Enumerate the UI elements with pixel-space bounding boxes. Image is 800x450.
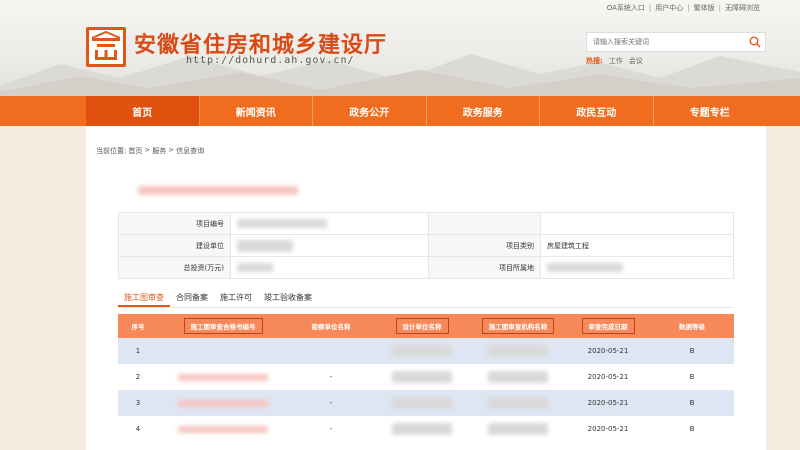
- tab-completion-filing[interactable]: 竣工验收备案: [258, 291, 318, 307]
- tab-contract-filing[interactable]: 合同备案: [170, 291, 214, 307]
- row-index: 2: [118, 364, 158, 390]
- cert-no-redacted: [178, 399, 268, 407]
- breadcrumb-sep: >: [144, 146, 151, 154]
- row-grade: B: [650, 338, 734, 364]
- cert-no-redacted: [178, 373, 268, 381]
- top-link-traditional[interactable]: 繁体版: [694, 3, 715, 13]
- nav-item-gov-services[interactable]: 政务服务: [427, 96, 540, 126]
- top-link-oa[interactable]: OA系统入口: [607, 3, 645, 13]
- design-unit-redacted: [392, 397, 452, 409]
- row-survey: -: [288, 416, 374, 442]
- col-data-grade: 数据等级: [650, 314, 734, 338]
- search-box: [586, 32, 766, 52]
- breadcrumb: 当前位置: 首页 > 服务 > 信息查询: [96, 146, 204, 156]
- breadcrumb-sep: >: [168, 146, 175, 154]
- nav-item-interaction[interactable]: 政民互动: [540, 96, 654, 126]
- review-org-redacted: [488, 345, 548, 357]
- tab-drawing-review[interactable]: 施工图审查: [118, 291, 170, 307]
- project-info-table: 项目编号 建设单位 项目类别 房屋建筑工程 总投资(万元) 项目所属地: [118, 212, 734, 279]
- row-grade: B: [650, 364, 734, 390]
- project-title-redacted: [138, 186, 298, 195]
- tab-divider: [118, 307, 734, 308]
- main-content: 当前位置: 首页 > 服务 > 信息查询 项目编号 建设单位 项目类别 房屋建筑…: [86, 126, 766, 450]
- nav-item-news[interactable]: 新闻资讯: [200, 96, 313, 126]
- col-design-unit: 设计单位名称: [374, 314, 470, 338]
- table-header-row: 序号 施工图审查合格书编号 勘察单位名称 设计单位名称 施工图审查机构名称 审查…: [118, 314, 734, 338]
- breadcrumb-home[interactable]: 首页: [128, 146, 142, 156]
- builder-label: 建设单位: [118, 234, 231, 257]
- row-index: 3: [118, 390, 158, 416]
- project-location-label: 项目所属地: [428, 256, 541, 279]
- project-type-value: 房屋建筑工程: [540, 234, 734, 257]
- row-date: 2020-05-21: [566, 390, 650, 416]
- search-button[interactable]: [745, 33, 765, 51]
- breadcrumb-current: 信息查询: [176, 147, 205, 155]
- table-row[interactable]: 4 - 2020-05-21 B: [118, 416, 734, 442]
- col-index: 序号: [118, 314, 158, 338]
- hot-term[interactable]: 工作: [609, 56, 623, 66]
- review-org-redacted: [488, 423, 548, 435]
- row-date: 2020-05-21: [566, 338, 650, 364]
- search-input[interactable]: [587, 38, 745, 46]
- investment-label: 总投资(万元): [118, 256, 231, 279]
- main-nav: 首页 新闻资讯 政务公开 政务服务 政民互动 专题专栏: [0, 96, 800, 126]
- row-index: 1: [118, 338, 158, 364]
- nav-item-gov-affairs[interactable]: 政务公开: [313, 96, 427, 126]
- project-location-value: [540, 256, 734, 279]
- top-links: OA系统入口 | 用户中心 | 繁体版 | 无障碍浏览: [606, 3, 760, 13]
- top-link-accessibility[interactable]: 无障碍浏览: [725, 3, 760, 13]
- design-unit-redacted: [392, 423, 452, 435]
- table-row[interactable]: 3 - 2020-05-21 B: [118, 390, 734, 416]
- review-org-redacted: [488, 397, 548, 409]
- col-review-date: 审查完成日期: [566, 314, 650, 338]
- col-cert-no: 施工图审查合格书编号: [158, 314, 288, 338]
- tab-construction-permit[interactable]: 施工许可: [214, 291, 258, 307]
- project-no-label: 项目编号: [118, 212, 231, 235]
- record-tabs: 施工图审查 合同备案 施工许可 竣工验收备案: [118, 291, 318, 307]
- project-type-label: 项目类别: [428, 234, 541, 257]
- logo-icon: [91, 30, 121, 60]
- hot-search-label: 热搜:: [586, 57, 603, 65]
- hot-term[interactable]: 会议: [629, 56, 643, 66]
- site-header: OA系统入口 | 用户中心 | 繁体版 | 无障碍浏览 安徽省住房和城乡建设厅 …: [0, 0, 800, 96]
- hot-search: 热搜: 工作 会议: [586, 56, 643, 66]
- row-survey: -: [288, 390, 374, 416]
- nav-item-home[interactable]: 首页: [86, 96, 200, 126]
- nav-item-special[interactable]: 专题专栏: [654, 96, 767, 126]
- col-review-org: 施工图审查机构名称: [470, 314, 566, 338]
- row-grade: B: [650, 390, 734, 416]
- cert-no-redacted: [178, 425, 268, 433]
- site-url: http://dohurd.ah.gov.cn/: [186, 55, 355, 66]
- search-icon: [749, 36, 761, 48]
- design-unit-redacted: [392, 345, 452, 357]
- investment-value: [230, 256, 429, 279]
- table-row[interactable]: 2 - 2020-05-21 B: [118, 364, 734, 390]
- row-survey: -: [288, 364, 374, 390]
- info-row: 总投资(万元) 项目所属地: [118, 256, 734, 279]
- row-survey: [288, 338, 374, 364]
- site-logo[interactable]: [86, 27, 126, 67]
- breadcrumb-label: 当前位置:: [96, 147, 127, 155]
- row-grade: B: [650, 416, 734, 442]
- row-date: 2020-05-21: [566, 364, 650, 390]
- table-row[interactable]: 1 2020-05-21 B: [118, 338, 734, 364]
- drawing-review-table: 序号 施工图审查合格书编号 勘察单位名称 设计单位名称 施工图审查机构名称 审查…: [118, 314, 734, 442]
- info-row: 项目编号: [118, 212, 734, 235]
- review-org-redacted: [488, 371, 548, 383]
- col-survey-unit: 勘察单位名称: [288, 314, 374, 338]
- info-row: 建设单位 项目类别 房屋建筑工程: [118, 234, 734, 257]
- row-date: 2020-05-21: [566, 416, 650, 442]
- top-link-user-center[interactable]: 用户中心: [655, 3, 683, 13]
- breadcrumb-service[interactable]: 服务: [152, 146, 166, 156]
- design-unit-redacted: [392, 371, 452, 383]
- project-no-value: [230, 212, 429, 235]
- row-index: 4: [118, 416, 158, 442]
- builder-value: [230, 234, 429, 257]
